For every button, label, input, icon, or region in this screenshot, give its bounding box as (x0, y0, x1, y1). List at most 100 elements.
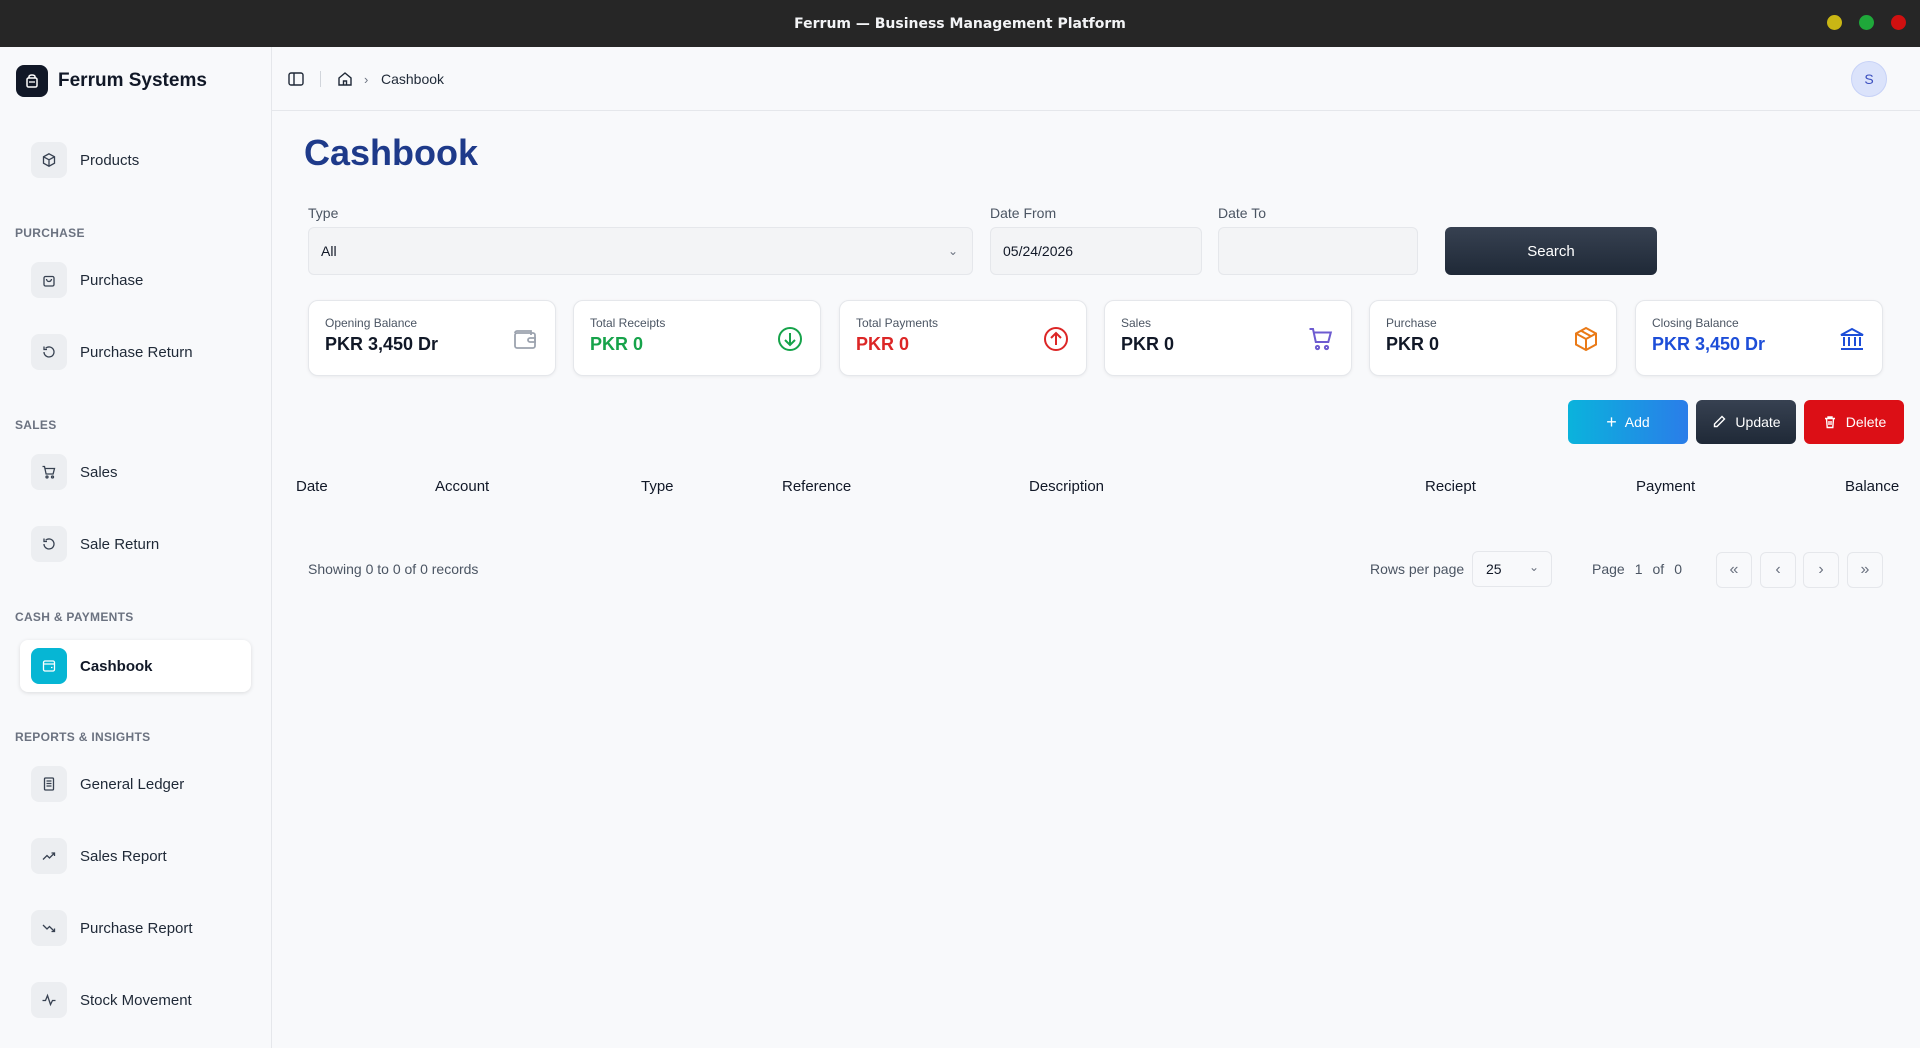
sidebar-item-stock-movement[interactable]: Stock Movement (20, 974, 251, 1026)
column-header-account[interactable]: Account (435, 478, 489, 495)
arrow-up-circle-icon (1044, 327, 1068, 351)
column-header-type[interactable]: Type (641, 478, 674, 495)
close-button[interactable] (1891, 15, 1906, 30)
maximize-button[interactable] (1859, 15, 1874, 30)
page-current: 1 (1634, 561, 1643, 577)
window-title: Ferrum — Business Management Platform (794, 15, 1126, 32)
cart-icon (31, 454, 67, 490)
breadcrumb-current[interactable]: Cashbook (381, 71, 444, 87)
last-page-button[interactable]: » (1847, 552, 1883, 588)
sales-card: Sales PKR 0 (1104, 300, 1352, 376)
window-controls (1827, 15, 1906, 30)
activity-icon (31, 982, 67, 1018)
pencil-icon (1714, 415, 1726, 428)
card-label: Total Payments (856, 316, 939, 330)
sidebar-item-general-ledger[interactable]: General Ledger (20, 758, 251, 810)
plus-icon: + (1606, 412, 1617, 432)
sidebar-item-sales[interactable]: Sales (20, 446, 251, 498)
card-value: PKR 0 (1386, 334, 1440, 354)
type-select-value: All (321, 243, 337, 259)
package-icon (1575, 326, 1597, 352)
sidebar-item-label: Stock Movement (80, 991, 192, 1009)
sidebar-toggle-icon[interactable] (287, 70, 305, 88)
chevrons-right-icon: » (1860, 561, 1870, 578)
top-header: › Cashbook S (272, 47, 1920, 111)
page-word: Page (1592, 561, 1625, 577)
brand-logo-icon (16, 65, 48, 97)
sidebar-item-label: Purchase Return (80, 343, 193, 361)
sidebar-section-reports: REPORTS & INSIGHTS (15, 730, 151, 744)
undo-icon (31, 526, 67, 562)
sidebar-item-purchase[interactable]: Purchase (20, 254, 251, 306)
brand-name: Ferrum Systems (58, 70, 207, 91)
minimize-button[interactable] (1827, 15, 1842, 30)
wallet-icon (31, 648, 67, 684)
date-from-value: 05/24/2026 (1003, 243, 1074, 259)
chevron-right-icon: › (1818, 561, 1824, 578)
page-title: Cashbook (304, 132, 479, 173)
column-header-receipt[interactable]: Reciept (1425, 478, 1476, 495)
sidebar-item-purchase-report[interactable]: Purchase Report (20, 902, 251, 954)
sidebar-item-sale-return[interactable]: Sale Return (20, 518, 251, 570)
delete-button[interactable]: Delete (1804, 400, 1904, 444)
previous-page-button[interactable]: ‹ (1760, 552, 1796, 588)
records-summary: Showing 0 to 0 of 0 records (308, 561, 479, 577)
date-from-label: Date From (990, 205, 1057, 221)
sidebar-item-label: Purchase (80, 271, 144, 289)
update-button[interactable]: Update (1696, 400, 1796, 444)
total-payments-card: Total Payments PKR 0 (839, 300, 1087, 376)
sidebar-item-cashbook[interactable]: Cashbook (20, 640, 251, 692)
sidebar-item-sales-report[interactable]: Sales Report (20, 830, 251, 882)
cart-icon (1309, 328, 1333, 351)
card-label: Purchase (1386, 316, 1437, 330)
trending-up-icon (31, 838, 67, 874)
brand[interactable]: Ferrum Systems (16, 65, 207, 97)
type-select[interactable]: All ⌄ (308, 227, 973, 275)
rows-per-page-value: 25 (1486, 561, 1502, 577)
first-page-button[interactable]: « (1716, 552, 1752, 588)
add-button[interactable]: + Add (1568, 400, 1688, 444)
chevrons-left-icon: « (1729, 561, 1739, 578)
sidebar-item-label: Sales Report (80, 847, 167, 865)
rows-per-page-select[interactable]: 25 ⌄ (1472, 551, 1552, 587)
card-value: PKR 0 (1121, 334, 1175, 354)
sidebar-item-label: Sales (80, 463, 118, 481)
search-button[interactable]: Search (1445, 227, 1657, 275)
date-to-input[interactable] (1218, 227, 1418, 275)
sidebar-item-label: Cashbook (80, 657, 153, 675)
page-indicator: Page 1 of 0 (1592, 561, 1682, 577)
ledger-icon (31, 766, 67, 802)
column-header-description[interactable]: Description (1029, 478, 1104, 495)
column-header-date[interactable]: Date (296, 478, 328, 495)
header-divider (320, 71, 321, 87)
home-icon[interactable] (336, 70, 354, 88)
sidebar-section-purchase: PURCHASE (15, 226, 85, 240)
card-label: Sales (1121, 316, 1152, 330)
sidebar-item-products[interactable]: Products (20, 134, 251, 186)
column-header-balance[interactable]: Balance (1845, 478, 1899, 495)
next-page-button[interactable]: › (1803, 552, 1839, 588)
closing-balance-card: Closing Balance PKR 3,450 Dr (1635, 300, 1883, 376)
sidebar-item-label: Purchase Report (80, 919, 193, 937)
date-from-input[interactable]: 05/24/2026 (990, 227, 1202, 275)
update-button-label: Update (1735, 414, 1781, 430)
sidebar-section-sales: SALES (15, 418, 57, 432)
type-label: Type (308, 205, 339, 221)
sidebar-item-label: Sale Return (80, 535, 160, 553)
page-total: 0 (1674, 561, 1682, 577)
avatar[interactable]: S (1851, 61, 1887, 97)
chevron-left-icon: ‹ (1775, 561, 1781, 578)
sidebar: Ferrum Systems Products PURCHASE Purchas… (0, 47, 272, 1048)
bank-icon (1840, 327, 1864, 350)
date-to-label: Date To (1218, 205, 1266, 221)
breadcrumb-separator-icon: › (364, 72, 369, 87)
column-header-reference[interactable]: Reference (782, 478, 851, 495)
sidebar-item-purchase-return[interactable]: Purchase Return (20, 326, 251, 378)
arrow-down-circle-icon (778, 327, 802, 351)
sidebar-item-label: General Ledger (80, 775, 185, 793)
card-value: PKR 0 (856, 334, 910, 354)
chevron-down-icon: ⌄ (947, 244, 958, 258)
column-header-payment[interactable]: Payment (1636, 478, 1695, 495)
delete-button-label: Delete (1845, 414, 1887, 430)
wallet-icon (514, 330, 536, 349)
